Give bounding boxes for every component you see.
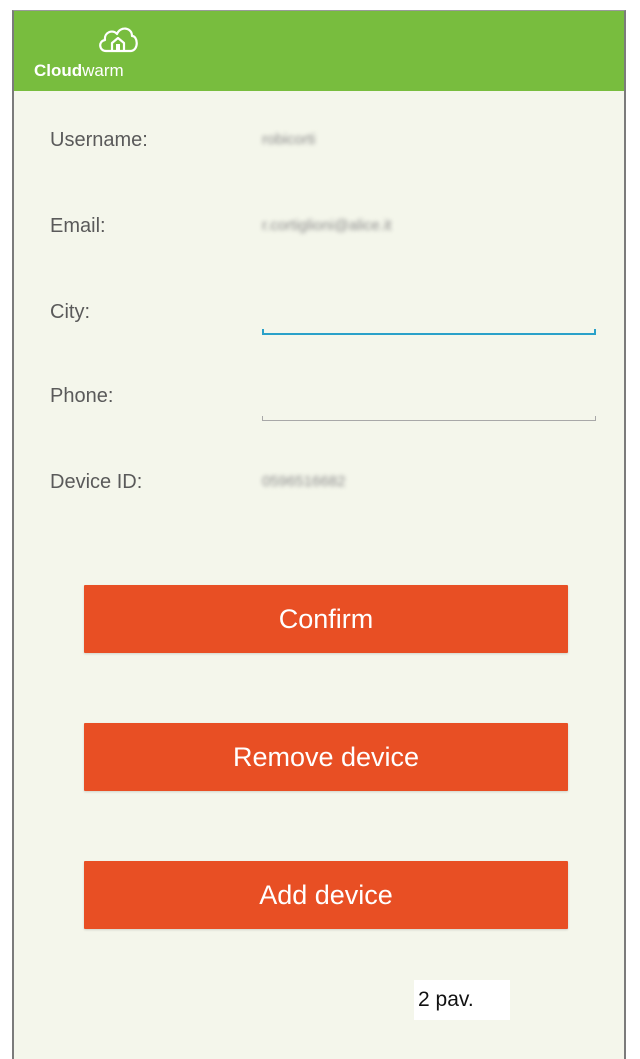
app-screen: Cloudwarm Username: robicorti Email: r.c… bbox=[12, 10, 626, 1059]
username-row: Username: robicorti bbox=[50, 129, 594, 169]
confirm-button[interactable]: Confirm bbox=[84, 585, 568, 653]
logo-text: Cloudwarm bbox=[34, 61, 124, 80]
remove-device-button[interactable]: Remove device bbox=[84, 723, 568, 791]
phone-label: Phone: bbox=[50, 385, 114, 407]
city-field[interactable] bbox=[262, 305, 596, 335]
device-id-row: Device ID: 0596516682 bbox=[50, 471, 594, 511]
add-device-button[interactable]: Add device bbox=[84, 861, 568, 929]
app-bar: Cloudwarm bbox=[14, 11, 624, 91]
email-value: r.cortiglioni@alice.it bbox=[262, 217, 392, 234]
username-value: robicorti bbox=[262, 131, 316, 148]
app-logo: Cloudwarm bbox=[34, 23, 164, 85]
phone-field[interactable] bbox=[262, 391, 596, 421]
cloud-house-icon bbox=[99, 27, 138, 53]
email-row: Email: r.cortiglioni@alice.it bbox=[50, 215, 594, 255]
device-id-label: Device ID: bbox=[50, 471, 143, 493]
phone-row: Phone: bbox=[50, 385, 596, 425]
page-number-label: 2 pav. bbox=[414, 980, 510, 1020]
email-label: Email: bbox=[50, 215, 106, 237]
device-id-value: 0596516682 bbox=[262, 473, 346, 490]
phone-input[interactable] bbox=[262, 391, 596, 419]
city-input[interactable] bbox=[262, 305, 596, 333]
city-row: City: bbox=[50, 301, 596, 341]
username-label: Username: bbox=[50, 129, 148, 151]
city-label: City: bbox=[50, 301, 90, 323]
